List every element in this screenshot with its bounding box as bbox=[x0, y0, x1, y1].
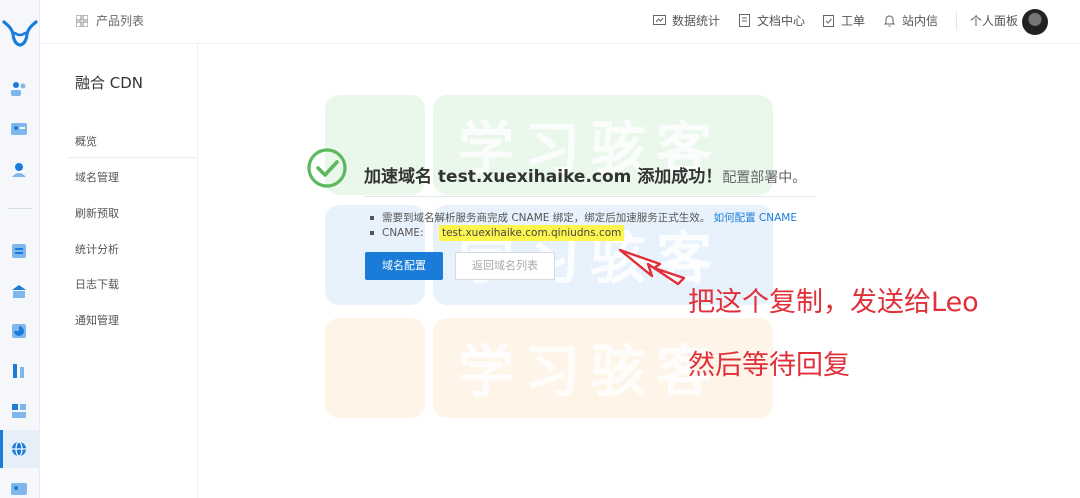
product-sidebar: 融合 CDN 概览 域名管理 刷新预取 统计分析 日志下载 通知管理 bbox=[40, 44, 198, 498]
top-bar: 产品列表 数据统计 文档中心 工单 站内信 个人面板 bbox=[40, 0, 1080, 44]
annotation-line-1: 把这个复制，发送给Leo bbox=[688, 287, 979, 318]
personal-dashboard-link[interactable]: 个人面板 bbox=[970, 12, 1018, 29]
account-icon[interactable] bbox=[10, 160, 28, 178]
sidebar-item-refresh[interactable]: 刷新预取 bbox=[75, 205, 119, 221]
avatar[interactable] bbox=[1022, 9, 1048, 35]
sidebar-item-notifications[interactable]: 通知管理 bbox=[75, 312, 119, 328]
nav-label: 数据统计 bbox=[672, 14, 721, 28]
id-card-icon[interactable] bbox=[10, 120, 28, 138]
icon-rail bbox=[0, 0, 40, 498]
product-list-button[interactable]: 产品列表 bbox=[76, 12, 144, 29]
chart-icon bbox=[653, 15, 666, 25]
nav-label: 站内信 bbox=[902, 14, 939, 28]
how-to-configure-link[interactable]: 如何配置 CNAME bbox=[714, 212, 797, 224]
grid-icon bbox=[76, 14, 88, 27]
nav-label: 工单 bbox=[841, 14, 866, 28]
nav-data-statistics[interactable]: 数据统计 bbox=[653, 12, 720, 29]
sidebar-divider bbox=[68, 157, 198, 158]
content-divider bbox=[364, 196, 816, 197]
sidebar-item-statistics[interactable]: 统计分析 bbox=[75, 241, 119, 257]
domain-config-button[interactable]: 域名配置 bbox=[365, 252, 443, 280]
users-icon[interactable] bbox=[10, 80, 28, 98]
document-icon bbox=[739, 14, 750, 27]
bell-icon bbox=[883, 15, 896, 27]
weibo-watermark-icon bbox=[325, 318, 425, 418]
nav-label: 文档中心 bbox=[757, 14, 806, 28]
cdn-globe-icon[interactable] bbox=[10, 440, 28, 458]
heading-tail: 配置部署中。 bbox=[722, 170, 807, 186]
cname-label: CNAME: bbox=[382, 227, 424, 239]
sidebar-item-logs[interactable]: 日志下载 bbox=[75, 276, 119, 292]
nav-document-center[interactable]: 文档中心 bbox=[738, 12, 805, 29]
storage-icon[interactable] bbox=[10, 242, 28, 260]
instruction-text: 需要到域名解析服务商完成 CNAME 绑定，绑定后加速服务正式生效。 bbox=[382, 212, 711, 224]
dashboard-icon[interactable] bbox=[10, 402, 28, 420]
ticket-icon bbox=[823, 15, 834, 27]
nav-separator bbox=[956, 12, 957, 30]
heading-domain: test.xuexihaike.com bbox=[437, 167, 632, 187]
bullet-dot bbox=[370, 216, 374, 220]
cname-instruction: 需要到域名解析服务商完成 CNAME 绑定，绑定后加速服务正式生效。 如何配置 … bbox=[370, 210, 797, 225]
watermark-text: 学习骇客 bbox=[458, 340, 722, 405]
heading-prefix: 加速域名 bbox=[364, 167, 432, 187]
success-check-icon bbox=[307, 148, 347, 188]
cname-row: CNAME: test.xuexihaike.com.qiniudns.com bbox=[370, 225, 625, 241]
nav-messages[interactable]: 站内信 bbox=[883, 12, 938, 29]
bullet-dot bbox=[370, 231, 374, 235]
annotation-line-2: 然后等待回复 bbox=[688, 350, 850, 381]
analytics-icon[interactable] bbox=[10, 322, 28, 340]
profile-card-icon[interactable] bbox=[10, 480, 28, 498]
sidebar-item-domains[interactable]: 域名管理 bbox=[75, 169, 119, 185]
dashboard-label: 个人面板 bbox=[970, 14, 1019, 28]
logo-icon[interactable] bbox=[2, 18, 38, 48]
sidebar-title: 融合 CDN bbox=[75, 74, 144, 92]
nav-ticket[interactable]: 工单 bbox=[822, 12, 865, 29]
cloud-server-icon[interactable] bbox=[10, 282, 28, 300]
sidebar-item-overview[interactable]: 概览 bbox=[75, 133, 97, 149]
back-to-domain-list-button[interactable]: 返回域名列表 bbox=[455, 252, 555, 280]
cname-value[interactable]: test.xuexihaike.com.qiniudns.com bbox=[438, 225, 625, 241]
product-list-label: 产品列表 bbox=[96, 14, 145, 28]
rail-divider bbox=[8, 208, 32, 209]
success-heading: 加速域名 test.xuexihaike.com 添加成功！配置部署中。 bbox=[364, 162, 806, 187]
media-icon[interactable] bbox=[10, 362, 28, 380]
heading-suffix: 添加成功！ bbox=[637, 167, 723, 187]
